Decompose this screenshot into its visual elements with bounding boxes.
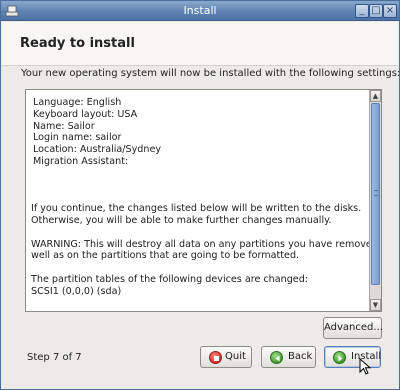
summary-line: Migration Assistant: bbox=[33, 155, 129, 167]
back-button[interactable]: Back bbox=[261, 346, 316, 368]
summary-line: Name: Sailor bbox=[33, 120, 95, 132]
summary-line: The partition tables of the following de… bbox=[31, 273, 309, 285]
window-title: Install bbox=[183, 4, 217, 17]
summary-line bbox=[31, 168, 367, 180]
settings-summary-textview[interactable]: Language: English Keyboard layout: USA N… bbox=[25, 89, 382, 312]
install-arrow-icon bbox=[333, 351, 346, 364]
quit-icon bbox=[209, 351, 222, 364]
summary-line: Location: Australia/Sydney bbox=[33, 144, 162, 156]
intro-text: Your new operating system will now be in… bbox=[21, 68, 400, 79]
vertical-scrollbar[interactable]: ▲ ▼ bbox=[369, 90, 381, 311]
summary-line: well as on the partitions that are going… bbox=[31, 250, 300, 262]
step-indicator: Step 7 of 7 bbox=[27, 352, 82, 363]
summary-line bbox=[31, 227, 367, 239]
summary-line: WARNING: This will destroy all data on a… bbox=[31, 238, 382, 250]
back-arrow-icon bbox=[270, 351, 283, 364]
thumb-grip-icon bbox=[374, 190, 378, 196]
summary-lines: Language: English Keyboard layout: USA N… bbox=[31, 97, 382, 298]
back-label: Back bbox=[288, 351, 313, 362]
summary-line bbox=[31, 262, 367, 274]
summary-line: Keyboard layout: USA bbox=[33, 108, 138, 120]
scroll-up-arrow-icon[interactable]: ▲ bbox=[370, 90, 381, 102]
title-bar[interactable]: Install _ □ × bbox=[1, 1, 399, 21]
summary-line: Language: English bbox=[33, 97, 122, 108]
summary-line: Login name: sailor bbox=[33, 132, 122, 144]
summary-line: SCSI1 (0,0,0) (sda) bbox=[31, 285, 122, 297]
mouse-pointer-icon bbox=[359, 358, 372, 375]
scrollbar-thumb[interactable] bbox=[371, 103, 380, 285]
page-title: Ready to install bbox=[20, 36, 135, 51]
installer-window: Install _ □ × Ready to install Your new … bbox=[0, 0, 400, 390]
summary-line bbox=[31, 191, 367, 203]
minimize-button[interactable]: _ bbox=[355, 4, 369, 18]
summary-line: If you continue, the changes listed belo… bbox=[31, 203, 362, 215]
quit-label: Quit bbox=[225, 351, 246, 362]
summary-line bbox=[31, 180, 367, 192]
close-button[interactable]: × bbox=[383, 4, 397, 18]
page-header: Ready to install bbox=[2, 22, 398, 66]
advanced-button[interactable]: Advanced... bbox=[323, 317, 383, 339]
scroll-down-arrow-icon[interactable]: ▼ bbox=[370, 299, 381, 311]
summary-line: Otherwise, you will be able to make furt… bbox=[31, 214, 332, 226]
quit-button[interactable]: Quit bbox=[200, 346, 252, 368]
maximize-button[interactable]: □ bbox=[369, 4, 383, 18]
